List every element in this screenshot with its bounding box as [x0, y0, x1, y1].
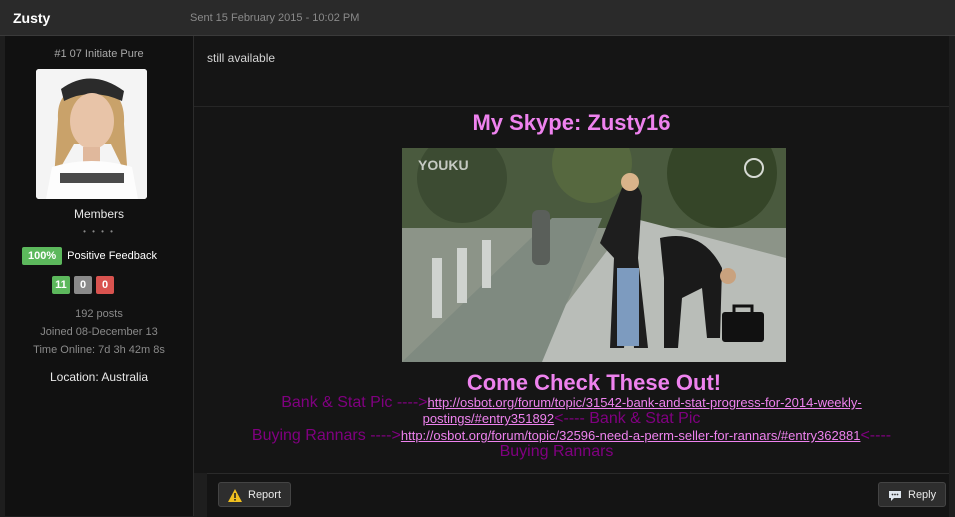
author-rank: #1 07 Initiate Pure — [54, 48, 144, 60]
post-content: still available My Skype: Zusty16 YOUKU — [194, 36, 949, 473]
signature-label-bank-end: <---- Bank & Stat Pic — [554, 410, 701, 427]
post-body: still available — [207, 51, 276, 65]
post-author[interactable]: Zusty — [13, 10, 50, 26]
signature-label-bank: Bank & Stat Pic ----> — [281, 394, 428, 411]
signature-gif-image: YOUKU — [402, 148, 786, 362]
signature-line-2b: Buying Rannars — [499, 443, 614, 460]
speech-bubble-icon — [889, 490, 901, 501]
report-button[interactable]: Report — [218, 482, 292, 507]
avatar[interactable] — [36, 69, 147, 199]
signature-gif: YOUKU — [402, 148, 786, 362]
feedback-label: Positive Feedback — [67, 250, 158, 262]
author-joined: Joined 08-December 13 — [40, 326, 158, 338]
author-sidebar: #1 07 Initiate Pure Members • • • • 100%… — [5, 36, 194, 516]
feedback-negative-count[interactable]: 0 — [96, 276, 114, 294]
warning-icon — [228, 489, 242, 502]
signature-line-1b: postings/#entry351892<---- Bank & Stat P… — [184, 411, 939, 427]
feedback-positive-count[interactable]: 11 — [52, 276, 70, 294]
report-label: Report — [248, 489, 282, 501]
signature-skype: My Skype: Zusty16 — [472, 110, 671, 135]
post-timestamp: Sent 15 February 2015 - 10:02 PM — [190, 12, 360, 24]
signature-link-bank-stat-cont[interactable]: postings/#entry351892 — [423, 411, 555, 426]
signature-label-rannars-end: <---- — [860, 427, 892, 444]
author-post-count: 192 posts — [75, 308, 123, 320]
gif-watermark: YOUKU — [418, 157, 469, 173]
reply-button[interactable]: Reply — [878, 482, 947, 507]
signature-link-bank-stat[interactable]: http://osbot.org/forum/topic/31542-bank-… — [427, 395, 861, 410]
signature-link-rannars[interactable]: http://osbot.org/forum/topic/32596-need-… — [401, 428, 861, 443]
feedback-summary: 100% Positive Feedback — [22, 247, 157, 265]
author-group: Members — [73, 207, 124, 221]
signature-line-1a: Bank & Stat Pic ---->http://osbot.org/fo… — [194, 395, 949, 411]
reply-label: Reply — [908, 489, 937, 501]
feedback-counts: 11 0 0 — [52, 276, 118, 294]
signature-line-2a: Buying Rannars ---->http://osbot.org/for… — [194, 428, 949, 444]
feedback-percent-badge: 100% — [22, 247, 63, 265]
author-location: Location: Australia — [49, 370, 149, 384]
author-time-online: Time Online: 7d 3h 42m 8s — [33, 344, 165, 356]
avatar-image — [36, 69, 147, 199]
post-actions: Report Reply — [207, 473, 949, 517]
rank-pips: • • • • — [83, 227, 115, 236]
post-header: Zusty Sent 15 February 2015 - 10:02 PM — [0, 0, 955, 36]
signature-heading: Come Check These Out! — [466, 370, 722, 395]
feedback-neutral-count[interactable]: 0 — [74, 276, 92, 294]
signature-divider — [194, 106, 949, 107]
signature-label-rannars: Buying Rannars ----> — [251, 427, 401, 444]
